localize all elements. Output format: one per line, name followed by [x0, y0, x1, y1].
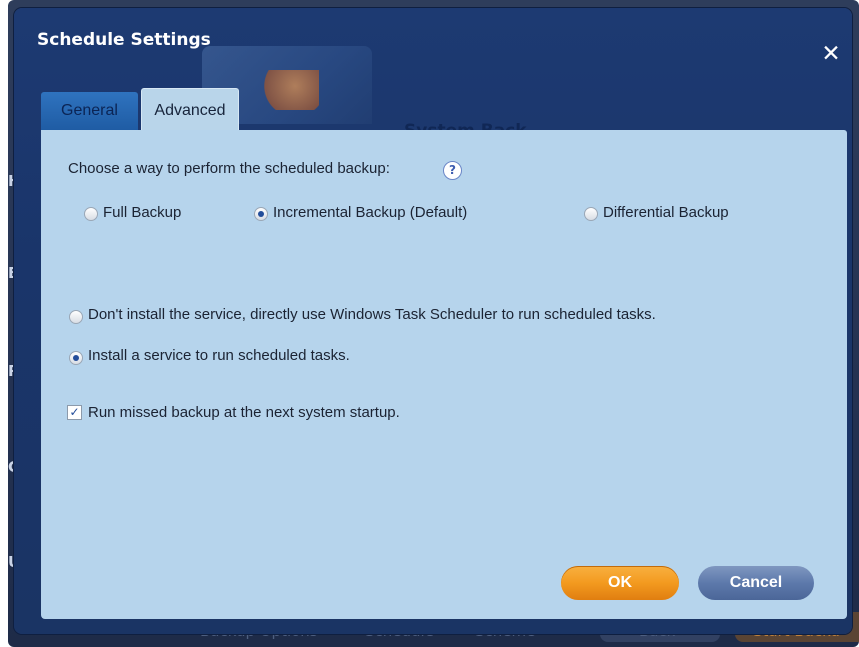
- radio-full-backup[interactable]: [84, 207, 98, 221]
- full-backup-label[interactable]: Full Backup: [103, 204, 181, 221]
- close-icon[interactable]: ✕: [819, 42, 843, 66]
- task-scheduler-label[interactable]: Don't install the service, directly use …: [88, 306, 656, 323]
- cancel-button[interactable]: Cancel: [698, 566, 814, 600]
- tab-advanced[interactable]: Advanced: [141, 88, 239, 132]
- ok-button[interactable]: OK: [561, 566, 679, 600]
- radio-task-scheduler[interactable]: [69, 310, 83, 324]
- run-missed-checkbox[interactable]: ✓: [67, 405, 82, 420]
- backup-method-prompt: Choose a way to perform the scheduled ba…: [68, 160, 390, 177]
- run-missed-label[interactable]: Run missed backup at the next system sta…: [88, 404, 400, 421]
- dialog-title: Schedule Settings: [37, 30, 211, 50]
- background-ghost-icon: [259, 70, 319, 110]
- differential-backup-label[interactable]: Differential Backup: [603, 204, 729, 221]
- radio-install-service[interactable]: [69, 351, 83, 365]
- help-icon[interactable]: ?: [443, 161, 462, 180]
- tab-general[interactable]: General: [41, 92, 138, 130]
- radio-differential-backup[interactable]: [584, 207, 598, 221]
- install-service-label[interactable]: Install a service to run scheduled tasks…: [88, 347, 350, 364]
- radio-incremental-backup[interactable]: [254, 207, 268, 221]
- incremental-backup-label[interactable]: Incremental Backup (Default): [273, 204, 467, 221]
